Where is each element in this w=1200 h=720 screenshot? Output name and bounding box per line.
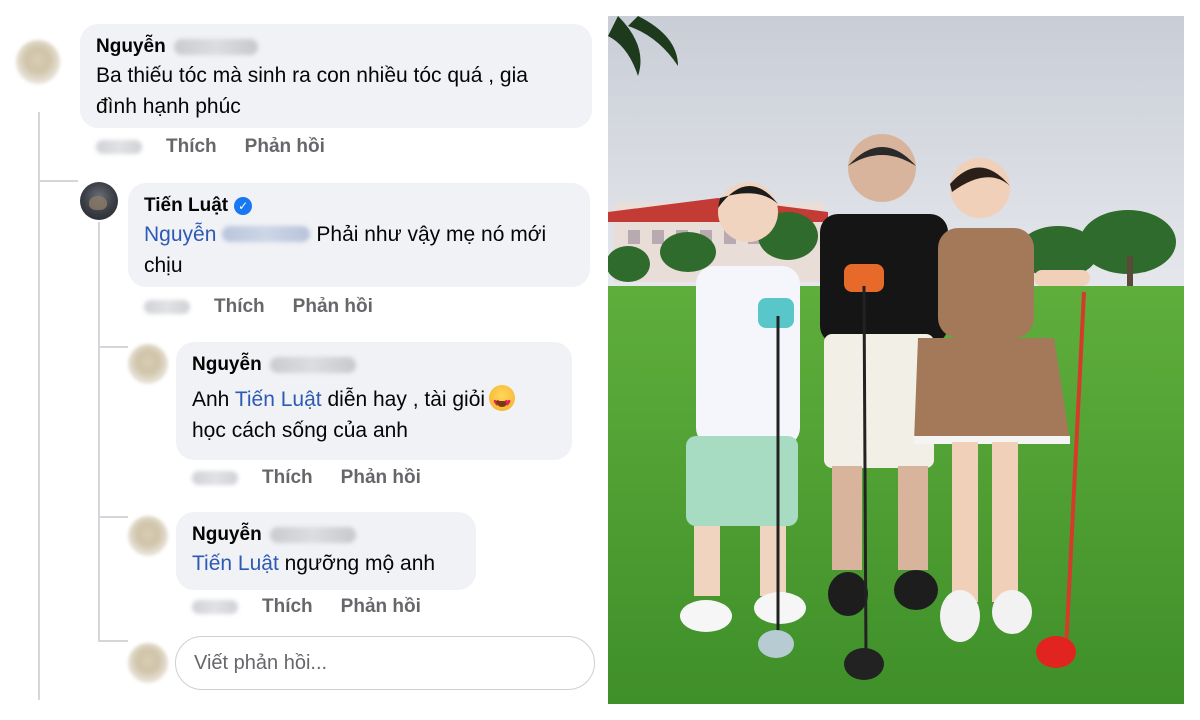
comment-text-segment: ngưỡng mộ anh <box>284 552 436 575</box>
thread-line <box>38 112 40 700</box>
comment-timestamp[interactable] <box>192 471 238 485</box>
avatar[interactable] <box>128 516 168 556</box>
mention-link[interactable]: Tiến Luật <box>235 388 322 411</box>
comment-text-segment: Phải như vậy mẹ nó mới <box>316 223 547 246</box>
like-button[interactable]: Thích <box>166 136 217 158</box>
like-button[interactable]: Thích <box>214 296 265 318</box>
avatar <box>128 643 168 683</box>
avatar[interactable] <box>128 344 168 384</box>
comment-text-segment: Anh <box>192 388 230 411</box>
mention-link[interactable]: Tiến Luật <box>192 552 279 575</box>
comment-timestamp[interactable] <box>192 600 238 614</box>
thread-line <box>98 346 128 348</box>
comment-thread-panel: Nguyễn Ba thiếu tóc mà sinh ra con nhiều… <box>0 0 600 720</box>
comment-bubble: Nguyễn Anh Tiến Luật diễn hay , tài giỏi… <box>176 342 572 460</box>
comment-bubble: Tiến Luật ✓ Nguyễn Phải như vậy mẹ nó mới… <box>128 183 590 287</box>
comment-text-line: Ba thiếu tóc mà sinh ra con nhiều tóc qu… <box>96 64 528 87</box>
comment-timestamp[interactable] <box>144 300 190 314</box>
avatar[interactable] <box>16 40 60 84</box>
comment-bubble: Nguyễn Tiến Luật ngưỡng mộ anh <box>176 512 476 590</box>
thread-line <box>98 516 128 518</box>
reply-input[interactable] <box>175 636 595 690</box>
redacted-name <box>269 527 356 543</box>
comment-text: Nguyễn Phải như vậy mẹ nó mới chịu <box>144 219 574 281</box>
comment-actions: Thích Phản hồi <box>192 467 449 489</box>
comment-text-line: học cách sống của anh <box>192 419 408 442</box>
redacted-name <box>269 357 356 373</box>
heart-eyes-emoji-icon <box>489 385 516 419</box>
comment-text-line: đình hạnh phúc <box>96 95 241 118</box>
redacted-name <box>173 39 258 55</box>
reply-button[interactable]: Phản hồi <box>341 596 421 618</box>
avatar[interactable] <box>80 182 118 220</box>
comment-actions: Thích Phản hồi <box>144 296 401 318</box>
reply-button[interactable]: Phản hồi <box>341 467 421 489</box>
comment-author[interactable]: Tiến Luật ✓ <box>144 193 574 219</box>
comment-text-segment: diễn hay , tài giỏi <box>327 388 486 411</box>
comment-text-line: Nguyễn Phải như vậy mẹ nó mới <box>144 219 574 250</box>
comment-bubble: Nguyễn Ba thiếu tóc mà sinh ra con nhiều… <box>80 24 592 128</box>
reply-button[interactable]: Phản hồi <box>245 136 325 158</box>
author-name[interactable]: Tiến Luật <box>144 193 228 219</box>
mention-link[interactable]: Nguyễn <box>144 223 216 246</box>
comment-timestamp[interactable] <box>96 140 142 154</box>
author-name[interactable]: Nguyễn <box>192 522 262 548</box>
reply-button[interactable]: Phản hồi <box>293 296 373 318</box>
like-button[interactable]: Thích <box>262 467 313 489</box>
redacted-name <box>222 226 311 242</box>
comment-text: Tiến Luật ngưỡng mộ anh <box>192 548 460 579</box>
golf-family-photo <box>608 16 1184 704</box>
comment-actions: Thích Phản hồi <box>192 596 449 618</box>
comment-text: Anh Tiến Luật diễn hay , tài giỏi học cá… <box>192 384 556 446</box>
comment-text-line: chịu <box>144 254 183 277</box>
comment-text-line: Anh Tiến Luật diễn hay , tài giỏi <box>192 384 556 419</box>
verified-badge-icon: ✓ <box>234 197 253 215</box>
comment-author[interactable]: Nguyễn <box>96 34 576 60</box>
thread-line <box>98 640 128 642</box>
photo-illustration <box>608 16 1184 704</box>
author-name[interactable]: Nguyễn <box>192 352 262 378</box>
thread-line <box>98 222 100 642</box>
comment-actions: Thích Phản hồi <box>96 136 353 158</box>
thread-line <box>38 180 78 182</box>
comment-author[interactable]: Nguyễn <box>192 352 556 378</box>
author-name[interactable]: Nguyễn <box>96 34 166 60</box>
comment-author[interactable]: Nguyễn <box>192 522 460 548</box>
comment-text: Ba thiếu tóc mà sinh ra con nhiều tóc qu… <box>96 60 576 122</box>
like-button[interactable]: Thích <box>262 596 313 618</box>
